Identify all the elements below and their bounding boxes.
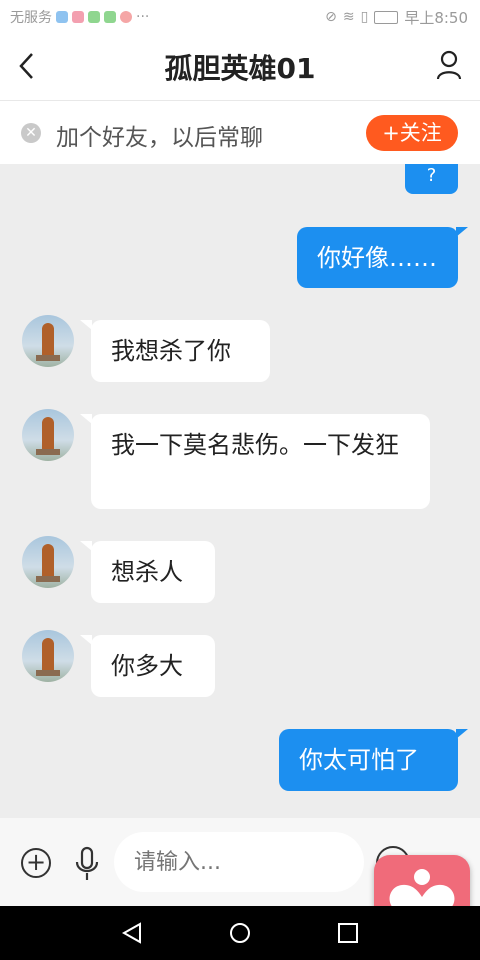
wifi-icon: ≋: [342, 9, 355, 25]
back-nav-icon[interactable]: [121, 922, 143, 948]
avatar[interactable]: [22, 536, 74, 588]
bubble-tail: [456, 729, 468, 739]
chat-header: 孤胆英雄01: [0, 34, 480, 101]
play-notification-icon: [88, 11, 100, 23]
message-bubble-outgoing[interactable]: ?: [405, 164, 458, 194]
app-notification-icon: [56, 11, 68, 23]
sim-icon: ▯: [360, 9, 369, 25]
microphone-icon[interactable]: [74, 846, 100, 886]
carrier-label: 无服务: [10, 10, 52, 26]
message-text: 你好像……: [317, 244, 437, 272]
avatar[interactable]: [22, 630, 74, 682]
avatar[interactable]: [22, 315, 74, 367]
add-friend-banner: ✕ 加个好友，以后常聊 +关注: [0, 101, 480, 164]
heart-notification-icon: [120, 11, 132, 23]
message-bubble-outgoing[interactable]: 你太可怕了: [279, 729, 458, 791]
clock-time: 早上8:50: [404, 8, 468, 27]
message-bubble-outgoing[interactable]: 你好像……: [297, 227, 458, 288]
battery-icon: [374, 10, 399, 24]
message-input[interactable]: [114, 832, 364, 892]
message-bubble-incoming[interactable]: 你多大: [91, 635, 215, 697]
alarm-icon: ⊘: [325, 9, 337, 25]
system-nav-bar: [0, 906, 480, 960]
home-nav-icon[interactable]: [229, 922, 251, 948]
plus-icon[interactable]: +: [21, 848, 51, 878]
recents-nav-icon[interactable]: [337, 922, 359, 948]
bubble-tail: [456, 227, 468, 237]
message-text: 你多大: [111, 652, 183, 680]
message-text: 我一下莫名悲伤。一下发狂: [111, 431, 399, 459]
message-text: 你太可怕了: [299, 746, 419, 774]
avatar[interactable]: [22, 409, 74, 461]
message-text: 我想杀了你: [111, 337, 231, 365]
message-text: ?: [426, 165, 437, 186]
message-bubble-incoming[interactable]: 我想杀了你: [91, 320, 270, 382]
message-bubble-incoming[interactable]: 想杀人: [91, 541, 215, 603]
follow-button[interactable]: +关注: [366, 115, 458, 151]
page-title: 孤胆英雄01: [164, 52, 316, 85]
banner-text: 加个好友，以后常聊: [56, 125, 263, 151]
app-notification-icon: [72, 11, 84, 23]
close-icon[interactable]: ✕: [21, 123, 41, 143]
status-bar: 无服务 ··· ⊘ ≋ ▯ 早上8:50: [0, 0, 480, 34]
more-notifications-icon: ···: [136, 9, 150, 25]
user-profile-icon[interactable]: [436, 50, 462, 84]
back-icon[interactable]: [18, 52, 34, 84]
message-text: 想杀人: [111, 558, 183, 586]
message-bubble-incoming[interactable]: 我一下莫名悲伤。一下发狂: [91, 414, 430, 509]
chat-notification-icon: [104, 11, 116, 23]
